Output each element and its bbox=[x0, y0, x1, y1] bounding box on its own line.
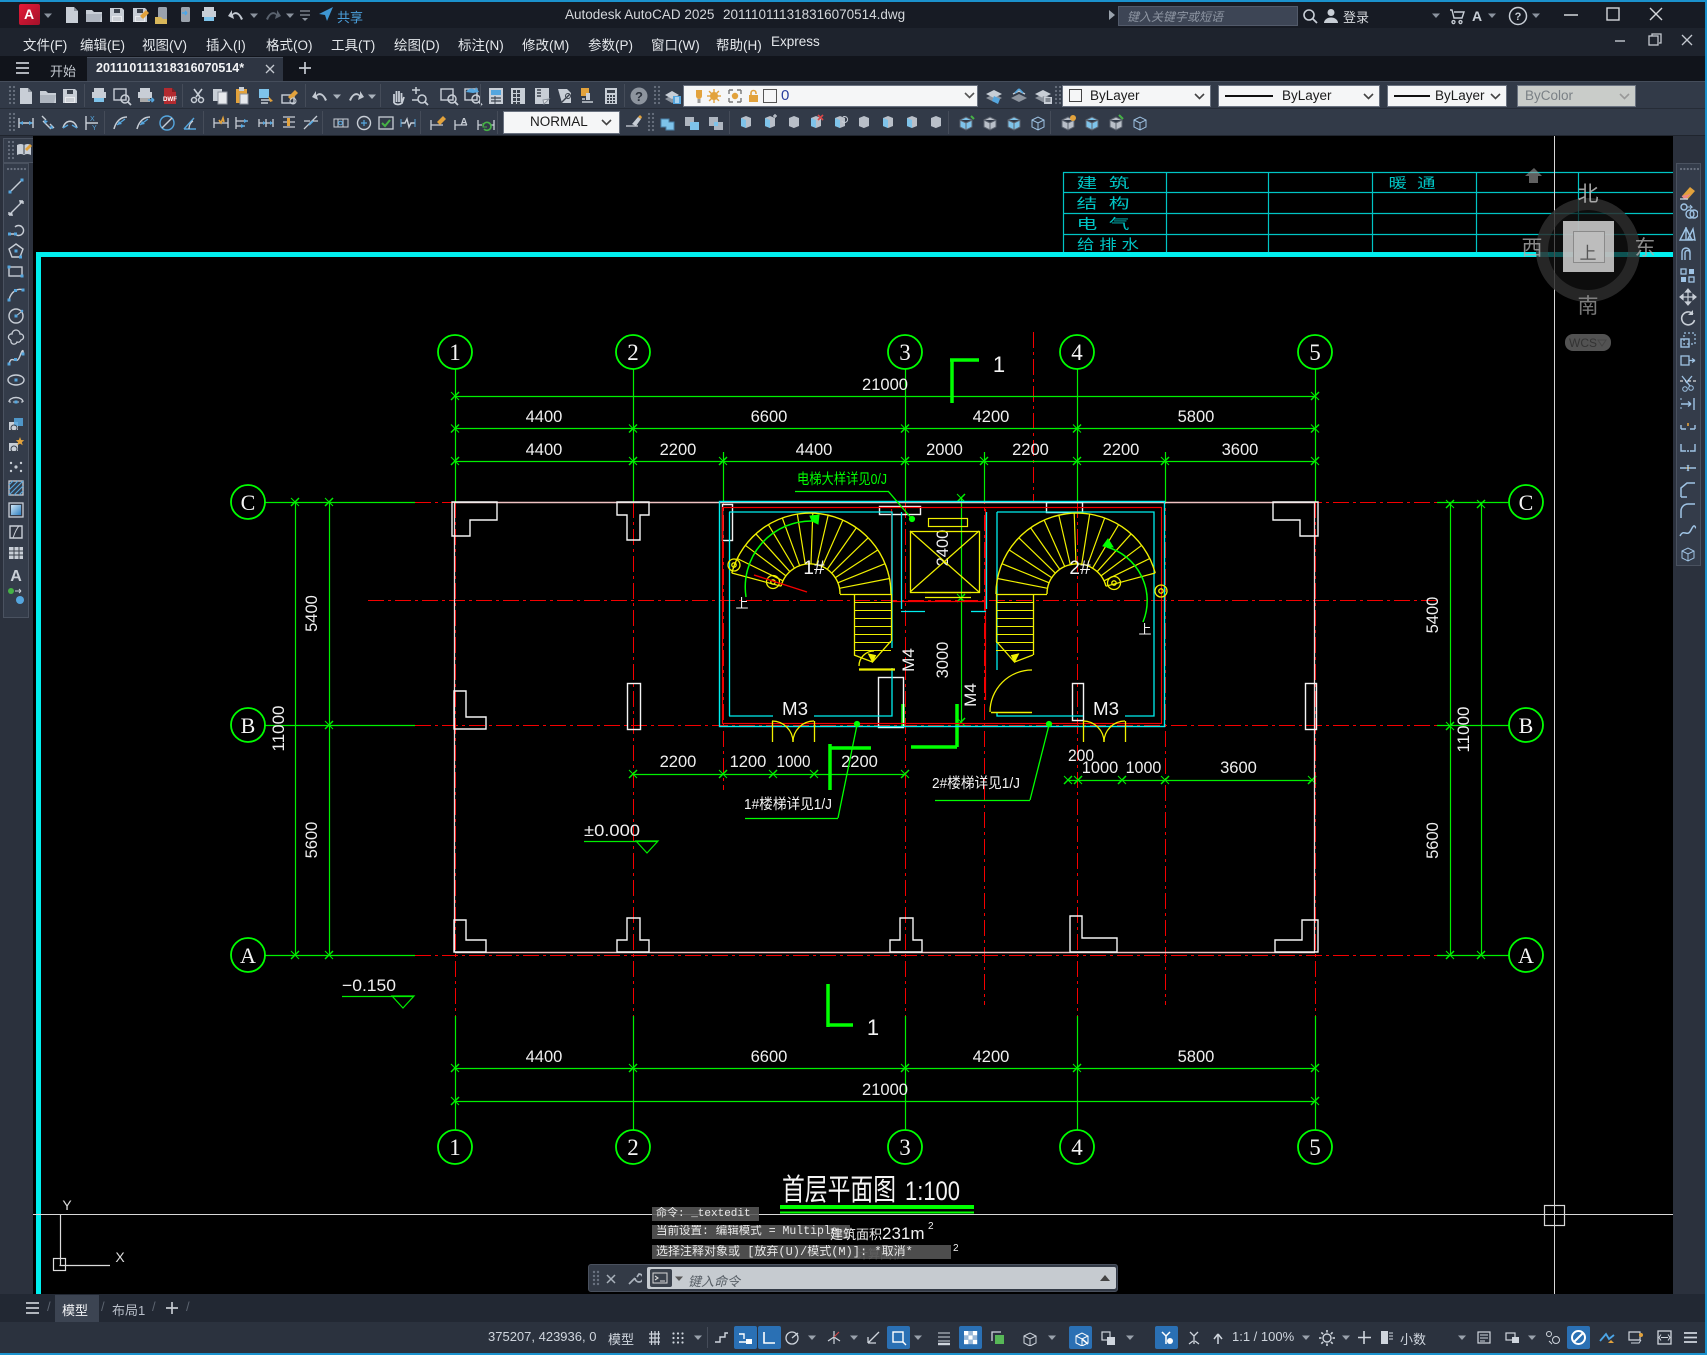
svg-text:A: A bbox=[460, 117, 467, 128]
svg-text:−0.150: −0.150 bbox=[342, 976, 396, 995]
svg-text:5600: 5600 bbox=[302, 822, 321, 859]
svg-text:6600: 6600 bbox=[751, 407, 788, 426]
svg-text:200: 200 bbox=[1068, 746, 1094, 765]
svg-text:A: A bbox=[1518, 943, 1534, 968]
svg-text:首层平面图: 首层平面图 bbox=[782, 1174, 896, 1207]
svg-text:暖 通: 暖 通 bbox=[1389, 175, 1436, 191]
svg-text:X: X bbox=[90, 116, 95, 123]
svg-text:5600: 5600 bbox=[1423, 822, 1442, 859]
svg-text:M3: M3 bbox=[782, 699, 808, 719]
svg-text:Y: Y bbox=[62, 1197, 72, 1213]
svg-text:1#楼梯详见1/J: 1#楼梯详见1/J bbox=[744, 796, 832, 813]
svg-text:2: 2 bbox=[627, 340, 639, 365]
svg-text:DWF: DWF bbox=[163, 96, 177, 103]
svg-text:2: 2 bbox=[627, 1135, 639, 1160]
svg-text:6600: 6600 bbox=[751, 1047, 788, 1066]
svg-text:电梯大样详见0/J: 电梯大样详见0/J bbox=[797, 471, 887, 488]
svg-text:4400: 4400 bbox=[526, 1047, 563, 1066]
svg-text:1: 1 bbox=[867, 1015, 879, 1040]
svg-text:3: 3 bbox=[899, 1135, 911, 1160]
svg-text:C: C bbox=[241, 490, 256, 515]
svg-text:C: C bbox=[1519, 490, 1534, 515]
svg-text:21000: 21000 bbox=[862, 375, 908, 394]
svg-text:1: 1 bbox=[993, 352, 1005, 377]
svg-text:1000: 1000 bbox=[776, 752, 810, 771]
svg-text:4: 4 bbox=[1071, 1135, 1083, 1160]
svg-text:给 排 水: 给 排 水 bbox=[1077, 237, 1139, 253]
svg-text:2000: 2000 bbox=[926, 440, 963, 459]
svg-text:11000: 11000 bbox=[269, 706, 288, 752]
svg-text:2200: 2200 bbox=[660, 440, 697, 459]
svg-text:4400: 4400 bbox=[796, 440, 833, 459]
svg-text:上: 上 bbox=[735, 596, 748, 611]
svg-text:4400: 4400 bbox=[526, 407, 563, 426]
svg-text:4: 4 bbox=[1071, 340, 1083, 365]
svg-text:3600: 3600 bbox=[1222, 440, 1259, 459]
svg-text:X: X bbox=[115, 1249, 125, 1265]
svg-text:1200: 1200 bbox=[730, 752, 767, 771]
svg-text:M3: M3 bbox=[1093, 699, 1119, 719]
svg-text:2200: 2200 bbox=[1103, 440, 1140, 459]
svg-text:B: B bbox=[241, 713, 256, 738]
svg-text:4200: 4200 bbox=[973, 407, 1010, 426]
svg-text:2200: 2200 bbox=[841, 752, 878, 771]
svg-text:WCS: WCS bbox=[1569, 336, 1597, 350]
svg-text:2#: 2# bbox=[1069, 558, 1091, 579]
svg-text:建 筑: 建 筑 bbox=[1077, 175, 1130, 191]
svg-text:北: 北 bbox=[1578, 183, 1599, 206]
svg-text:5400: 5400 bbox=[1423, 597, 1442, 634]
svg-text:±0.000: ±0.000 bbox=[584, 821, 640, 840]
svg-text:5: 5 bbox=[1309, 1135, 1321, 1160]
svg-text:5800: 5800 bbox=[1178, 407, 1215, 426]
svg-text:2400: 2400 bbox=[933, 530, 952, 567]
svg-text:?: ? bbox=[1515, 11, 1522, 23]
svg-text:2#楼梯详见1/J: 2#楼梯详见1/J bbox=[932, 775, 1020, 792]
svg-text:A: A bbox=[10, 568, 22, 585]
svg-text:3600: 3600 bbox=[1220, 758, 1257, 777]
svg-text:上: 上 bbox=[1138, 622, 1151, 637]
svg-text:M4: M4 bbox=[899, 648, 918, 672]
svg-text:1#: 1# bbox=[803, 558, 825, 579]
svg-text:11000: 11000 bbox=[1454, 707, 1473, 753]
svg-text:5800: 5800 bbox=[1178, 1047, 1215, 1066]
svg-text:5400: 5400 bbox=[302, 595, 321, 632]
svg-text:21000: 21000 bbox=[862, 1080, 908, 1099]
svg-text:A: A bbox=[240, 943, 256, 968]
svg-text:西: 西 bbox=[1522, 237, 1543, 260]
svg-text:电 气: 电 气 bbox=[1077, 216, 1130, 232]
svg-text:南: 南 bbox=[1578, 295, 1599, 318]
svg-text:?: ? bbox=[635, 89, 643, 104]
svg-text:B: B bbox=[1519, 713, 1534, 738]
svg-text:上: 上 bbox=[1580, 244, 1597, 263]
svg-text:3: 3 bbox=[899, 340, 911, 365]
svg-text:1: 1 bbox=[449, 1135, 461, 1160]
svg-text:A: A bbox=[1472, 8, 1482, 24]
svg-text:5: 5 bbox=[1309, 340, 1321, 365]
svg-text:1000: 1000 bbox=[1126, 758, 1162, 777]
svg-text:东: 东 bbox=[1635, 237, 1656, 260]
svg-text:1: 1 bbox=[449, 340, 461, 365]
svg-text:Y: Y bbox=[92, 125, 97, 132]
svg-text:4200: 4200 bbox=[973, 1047, 1010, 1066]
svg-text:3000: 3000 bbox=[933, 642, 952, 679]
svg-text:1:100: 1:100 bbox=[905, 1176, 960, 1206]
svg-text:2200: 2200 bbox=[1012, 440, 1049, 459]
svg-text:M4: M4 bbox=[961, 683, 980, 707]
svg-text:结 构: 结 构 bbox=[1077, 196, 1130, 212]
svg-text:2200: 2200 bbox=[660, 752, 697, 771]
svg-text:4400: 4400 bbox=[526, 440, 563, 459]
